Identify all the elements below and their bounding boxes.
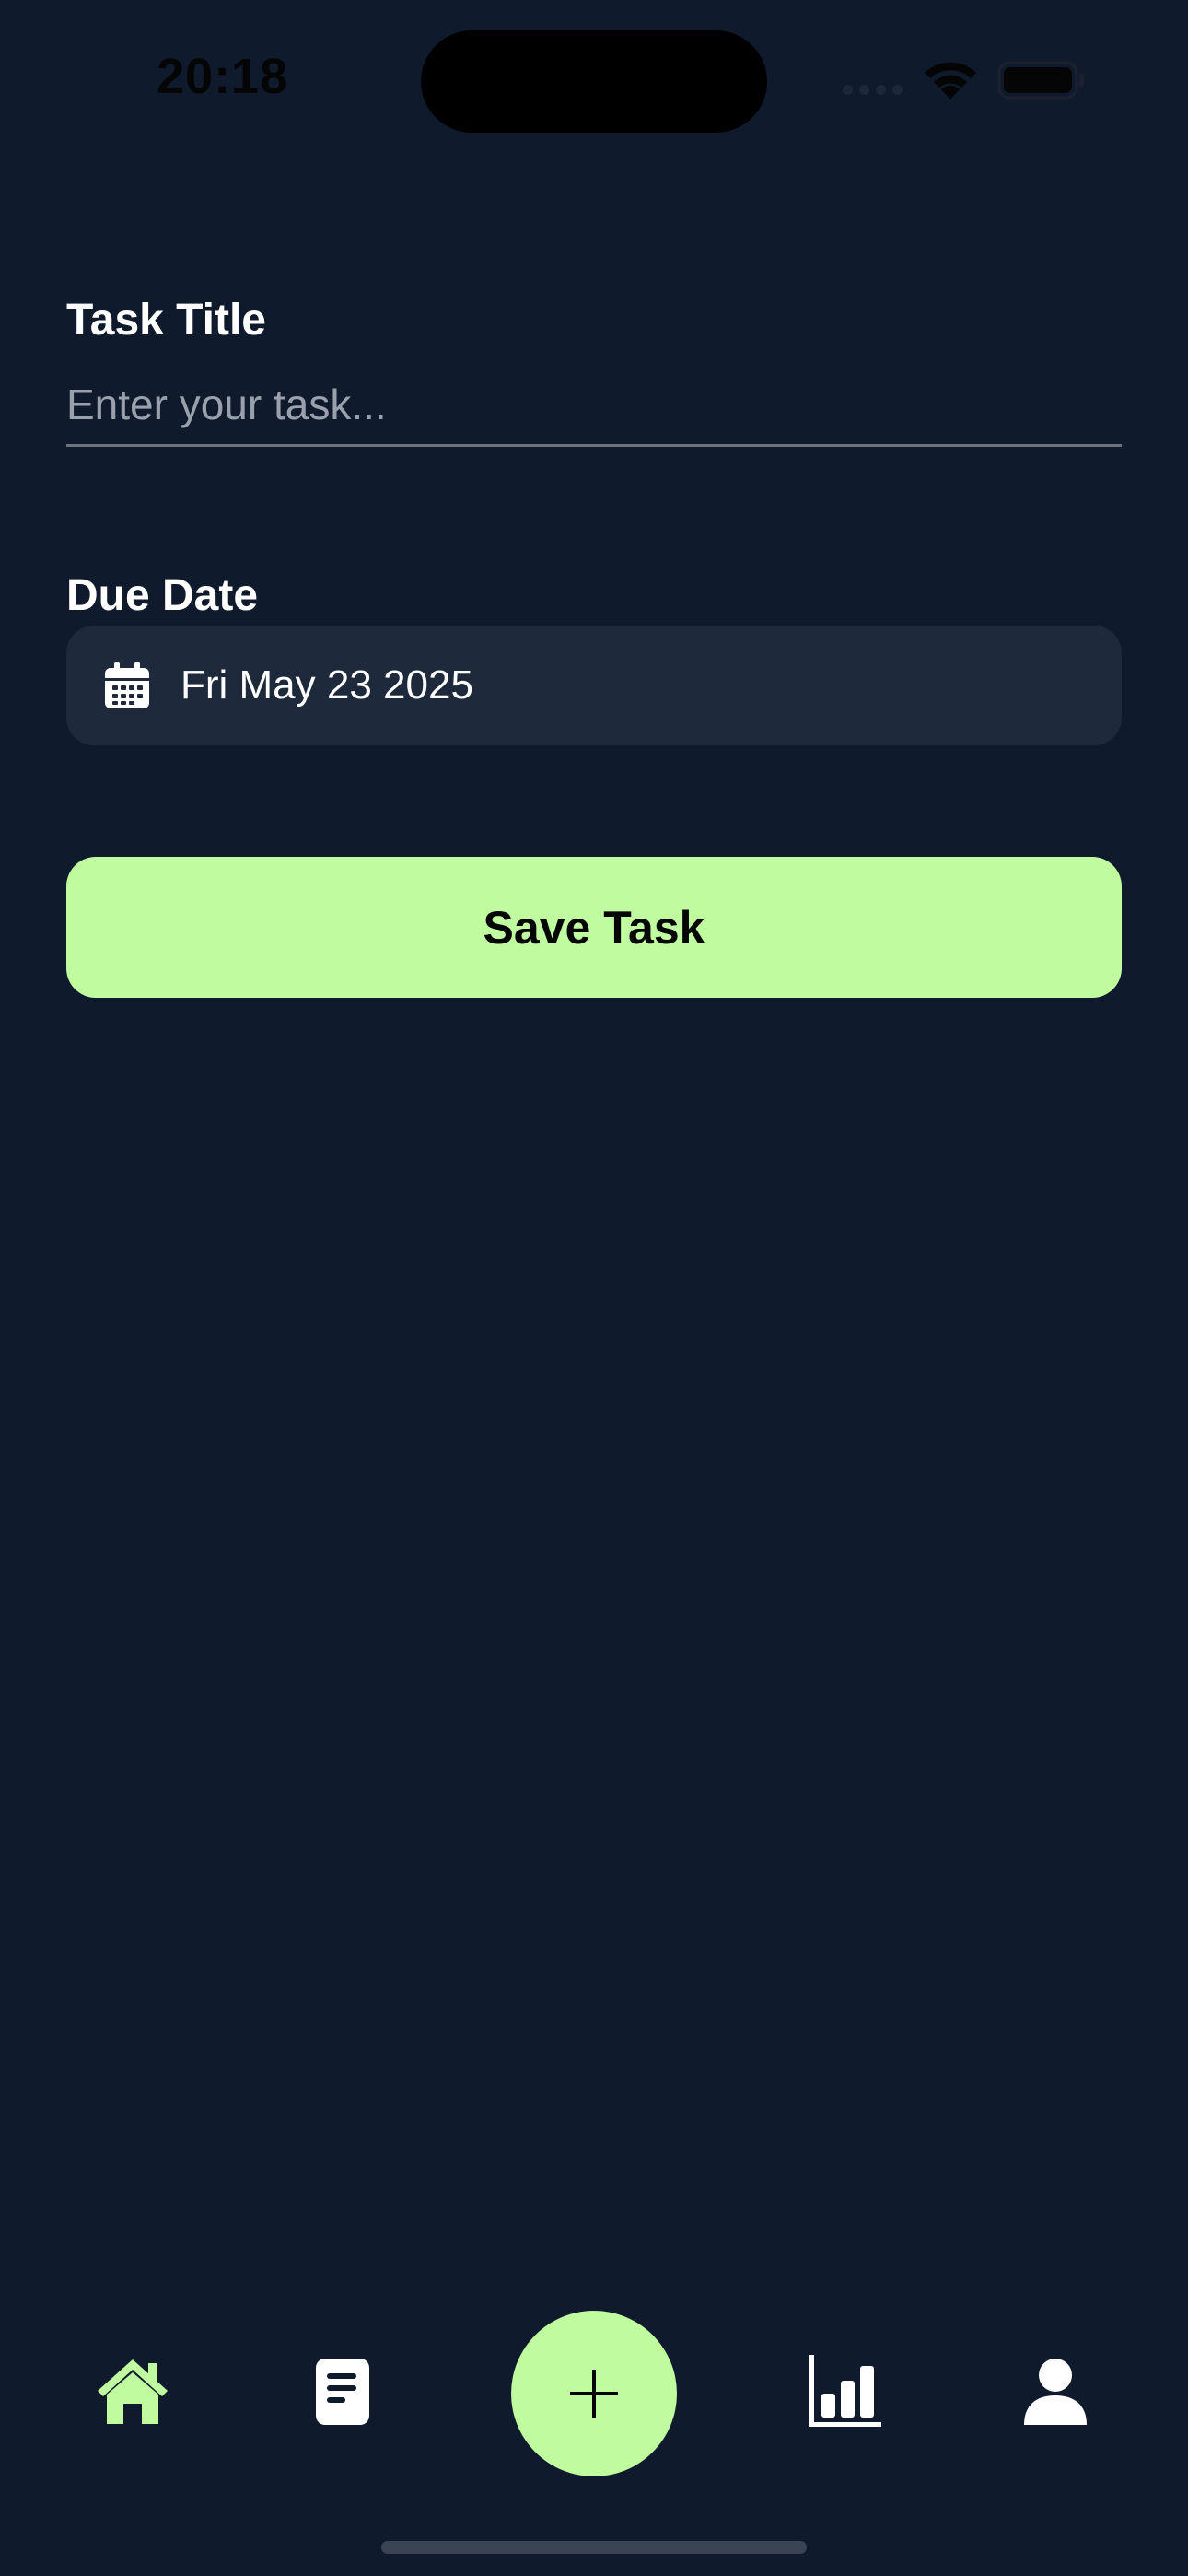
nav-home-button[interactable] — [90, 2352, 175, 2430]
nav-stats-button[interactable] — [805, 2352, 886, 2430]
battery-icon — [997, 61, 1084, 100]
due-date-value: Fri May 23 2025 — [181, 662, 473, 708]
cellular-signal-icon — [843, 85, 903, 95]
nav-profile-button[interactable] — [1019, 2354, 1092, 2430]
task-title-input[interactable] — [66, 364, 1122, 447]
user-icon — [1024, 2359, 1087, 2425]
calendar-icon — [105, 662, 149, 708]
plus-icon — [570, 2370, 618, 2418]
status-time: 20:18 — [157, 49, 289, 104]
home-indicator — [381, 2541, 807, 2554]
task-title-label: Task Title — [66, 296, 266, 345]
save-task-button[interactable]: Save Task — [66, 857, 1122, 998]
home-icon — [98, 2359, 168, 2424]
bar-chart-icon — [809, 2355, 881, 2427]
document-icon — [316, 2359, 369, 2425]
add-task-fab[interactable] — [511, 2311, 677, 2476]
wifi-icon — [925, 62, 976, 100]
due-date-picker[interactable]: Fri May 23 2025 — [66, 626, 1122, 745]
nav-documents-button[interactable] — [308, 2354, 378, 2430]
due-date-label: Due Date — [66, 571, 259, 620]
dynamic-island — [421, 30, 767, 133]
